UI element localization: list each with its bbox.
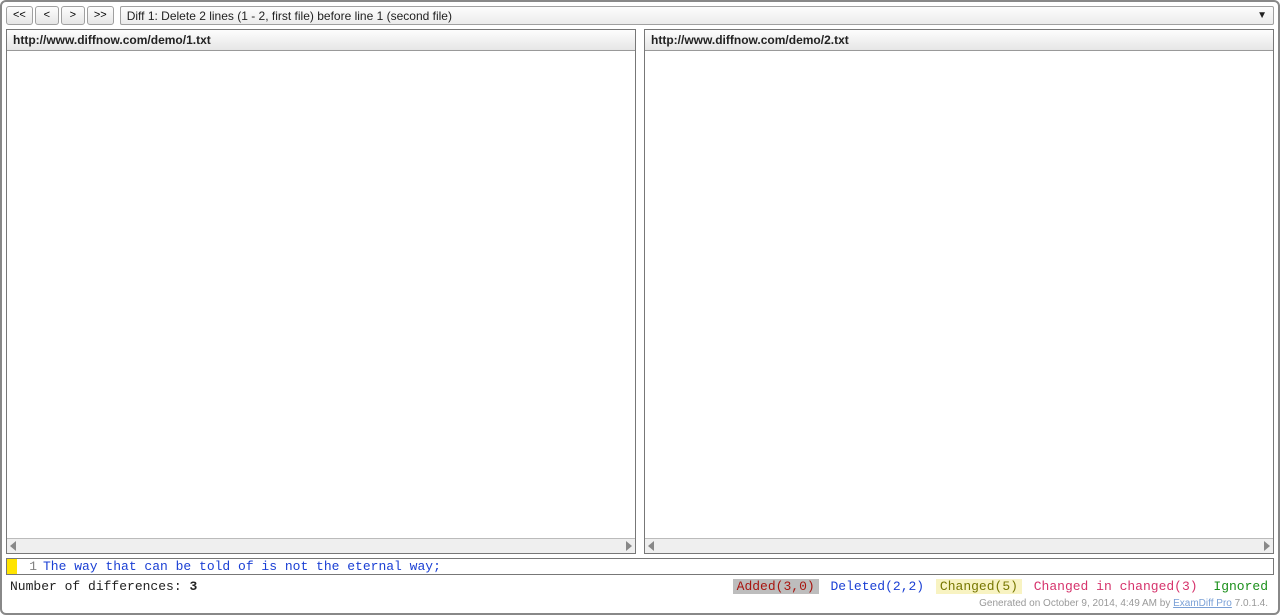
legend-deleted: Deleted(2,2) <box>826 579 928 594</box>
current-line-strip: 1 The way that can be told of is not the… <box>6 558 1274 575</box>
nav-prev-button[interactable]: < <box>35 6 59 25</box>
left-pane-title: http://www.diffnow.com/demo/1.txt <box>7 30 635 51</box>
diff-count-label: Number of differences: <box>10 579 182 594</box>
diff-panes: http://www.diffnow.com/demo/1.txt http:/… <box>6 29 1274 554</box>
status-row: Number of differences: 3 Added(3,0) Dele… <box>6 575 1274 596</box>
footer-version: 7.0.1.4. <box>1232 598 1268 609</box>
footer: Generated on October 9, 2014, 4:49 AM by… <box>6 596 1274 609</box>
right-pane-title: http://www.diffnow.com/demo/2.txt <box>645 30 1273 51</box>
diff-app: << < > >> Diff 1: Delete 2 lines (1 - 2,… <box>0 0 1280 615</box>
nav-first-button[interactable]: << <box>6 6 33 25</box>
toolbar: << < > >> Diff 1: Delete 2 lines (1 - 2,… <box>6 6 1274 25</box>
nav-next-button[interactable]: > <box>61 6 85 25</box>
diff-selector-dropdown[interactable]: Diff 1: Delete 2 lines (1 - 2, first fil… <box>120 6 1274 25</box>
diff-count-value: 3 <box>189 579 197 594</box>
diff-selector-label: Diff 1: Delete 2 lines (1 - 2, first fil… <box>127 9 452 23</box>
left-pane: http://www.diffnow.com/demo/1.txt <box>6 29 636 554</box>
current-line-text: The way that can be told of is not the e… <box>41 559 1273 574</box>
legend-added: Added(3,0) <box>733 579 819 594</box>
legend-cic: Changed in changed(3) <box>1030 579 1202 594</box>
current-line-marker <box>7 559 17 574</box>
current-line-number: 1 <box>17 559 41 574</box>
footer-product-link[interactable]: ExamDiff Pro <box>1173 598 1232 609</box>
legend-ignored: Ignored <box>1209 579 1272 594</box>
right-horizontal-scrollbar[interactable] <box>645 538 1273 553</box>
legend-changed: Changed(5) <box>936 579 1022 594</box>
chevron-down-icon: ▼ <box>1257 10 1267 21</box>
right-code-area[interactable] <box>645 51 1273 538</box>
nav-last-button[interactable]: >> <box>87 6 114 25</box>
left-horizontal-scrollbar[interactable] <box>7 538 635 553</box>
right-pane: http://www.diffnow.com/demo/2.txt <box>644 29 1274 554</box>
legend: Added(3,0) Deleted(2,2) Changed(5) Chang… <box>733 579 1272 594</box>
left-code-area[interactable] <box>7 51 635 538</box>
footer-prefix: Generated on October 9, 2014, 4:49 AM by <box>979 598 1173 609</box>
